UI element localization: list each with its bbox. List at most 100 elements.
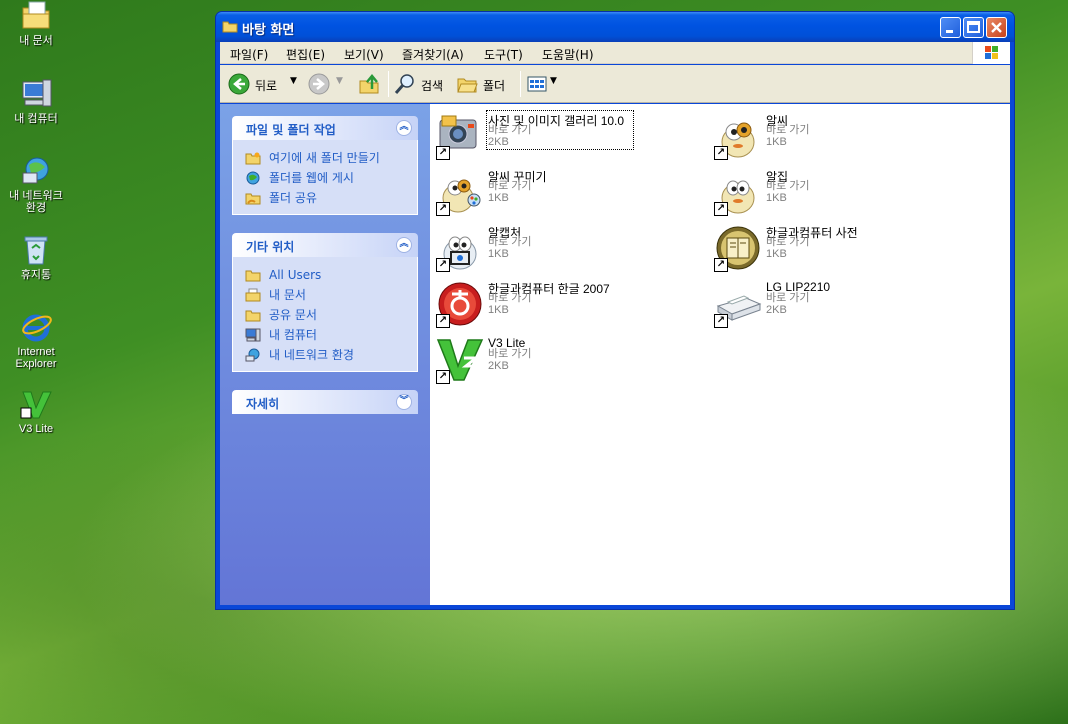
collapse-icon[interactable]: ︽ [396, 120, 412, 136]
back-button[interactable]: 뒤로 ▼ [228, 73, 300, 95]
task-new-folder[interactable]: 여기에 새 폴더 만들기 [245, 148, 417, 168]
menu-tools[interactable]: 도구(T) [484, 46, 523, 63]
menu-file[interactable]: 파일(F) [230, 46, 268, 63]
file-type: 바로 가기 [766, 236, 810, 248]
details-header[interactable]: 자세히 ︾ [232, 390, 418, 414]
task-share-folder[interactable]: 폴더 공유 [245, 188, 417, 208]
toolbar-separator [520, 71, 521, 97]
place-network[interactable]: 내 네트워크 환경 [245, 345, 417, 365]
place-label: All Users [269, 268, 322, 282]
details-panel: 자세히 ︾ [232, 390, 418, 414]
file-size: 2KB [766, 304, 787, 316]
task-label: 여기에 새 폴더 만들기 [269, 151, 380, 165]
file-item-hangul-2007[interactable]: ↗ 한글과컴퓨터 한글 2007 바로 가기 1KB [434, 278, 694, 330]
close-icon [991, 22, 1002, 33]
folders-button[interactable]: 폴더 [456, 73, 516, 95]
place-label: 내 네트워크 환경 [269, 348, 354, 362]
file-type: 바로 가기 [766, 292, 810, 304]
menu-bar: 파일(F) 편집(E) 보기(V) 즐겨찾기(A) 도구(T) 도움말(H) [220, 42, 1010, 64]
file-folder-tasks-header[interactable]: 파일 및 폴더 작업 ︽ [232, 116, 418, 140]
menu-edit[interactable]: 편집(E) [286, 46, 325, 63]
desktop-icon-label-line1: Internet [17, 346, 55, 358]
file-size: 1KB [766, 192, 787, 204]
menu-favorites[interactable]: 즐겨찾기(A) [402, 46, 464, 63]
window-title: 바탕 화면 [242, 23, 295, 38]
window-bottom-border [216, 605, 1014, 609]
file-item-alsee-decorate[interactable]: ↗ 알씨 꾸미기 바로 가기 1KB [434, 166, 694, 218]
file-item-alcapture[interactable]: ↗ 알캡처 바로 가기 1KB [434, 222, 694, 274]
file-size: 2KB [488, 136, 509, 148]
file-item-lg-lip2210[interactable]: ↗ LG LIP2210 바로 가기 2KB [712, 278, 972, 330]
file-type: 바로 가기 [766, 124, 810, 136]
search-icon [394, 74, 414, 94]
file-item-alsee[interactable]: ↗ 알씨 바로 가기 1KB [712, 110, 972, 162]
desktop-icon-label-line1: 내 네트워크 [9, 190, 63, 202]
views-icon [527, 76, 547, 92]
menu-view[interactable]: 보기(V) [344, 46, 384, 63]
folder-icon [222, 19, 238, 36]
collapse-icon[interactable]: ︽ [396, 237, 412, 253]
chevron-down-icon: ▼ [290, 76, 297, 86]
desktop-icon-my-documents[interactable]: 내 문서 [0, 0, 72, 47]
title-bar[interactable]: 바탕 화면 [216, 12, 1014, 42]
expand-icon[interactable]: ︾ [396, 394, 412, 410]
desktop-icon-recycle-bin[interactable]: 휴지통 [0, 234, 72, 281]
place-label: 내 컴퓨터 [269, 328, 317, 342]
other-places-header[interactable]: 기타 위치 ︽ [232, 233, 418, 257]
place-all-users[interactable]: All Users [245, 265, 417, 285]
shortcut-arrow-icon: ↗ [436, 202, 450, 216]
forward-button[interactable]: ▼ [308, 73, 348, 95]
share-folder-icon [245, 191, 261, 211]
place-my-computer[interactable]: 내 컴퓨터 [245, 325, 417, 345]
network-icon [19, 155, 53, 187]
chevron-down-icon: ▼ [550, 76, 557, 86]
file-size: 1KB [766, 248, 787, 260]
shortcut-arrow-icon: ↗ [714, 146, 728, 160]
place-shared-documents[interactable]: 공유 문서 [245, 305, 417, 325]
file-item-photo-gallery[interactable]: ↗ 사진 및 이미지 갤러리 10.0 바로 가기 2KB [434, 110, 694, 162]
desktop-icon-label: 휴지통 [20, 269, 52, 281]
forward-arrow-icon [308, 73, 330, 95]
file-size: 2KB [488, 360, 509, 372]
file-item-hancom-dictionary[interactable]: ↗ 한글과컴퓨터 사전 바로 가기 1KB [712, 222, 972, 274]
place-label: 공유 문서 [269, 308, 317, 322]
shortcut-arrow-icon: ↗ [436, 314, 450, 328]
shortcut-arrow-icon: ↗ [436, 370, 450, 384]
desktop-icon-label: 내 컴퓨터 [14, 113, 58, 125]
search-button[interactable]: 검색 [394, 73, 452, 95]
minimize-icon [946, 30, 953, 33]
file-type: 바로 가기 [488, 348, 532, 360]
views-button[interactable]: ▼ [526, 73, 560, 95]
menu-help[interactable]: 도움말(H) [542, 46, 594, 63]
minimize-button[interactable] [940, 17, 961, 38]
close-button[interactable] [986, 17, 1007, 38]
search-label: 검색 [421, 79, 444, 93]
file-type: 바로 가기 [488, 124, 532, 136]
task-publish-web[interactable]: 폴더를 웹에 게시 [245, 168, 417, 188]
desktop-icon-label-line2: 환경 [25, 202, 47, 214]
toolbar: 뒤로 ▼ ▼ 검색 폴더 ▼ [220, 65, 1010, 103]
my-computer-icon [19, 78, 53, 110]
place-my-documents[interactable]: 내 문서 [245, 285, 417, 305]
desktop-icon-network[interactable]: 내 네트워크 환경 [0, 155, 72, 214]
folders-icon [457, 78, 478, 93]
internet-explorer-icon [19, 311, 53, 343]
task-pane: 파일 및 폴더 작업 ︽ 여기에 새 폴더 만들기 폴더를 웹에 게시 폴더 공… [220, 104, 430, 607]
my-documents-icon [19, 0, 53, 32]
shortcut-arrow-icon: ↗ [714, 258, 728, 272]
desktop-icon-v3-lite[interactable]: V3 Lite [0, 388, 72, 435]
desktop-icon-label-line2: Explorer [15, 358, 57, 370]
desktop-icon-internet-explorer[interactable]: Internet Explorer [0, 311, 72, 370]
up-folder-icon [359, 74, 379, 94]
file-type: 바로 가기 [488, 180, 532, 192]
file-item-alzip[interactable]: ↗ 알집 바로 가기 1KB [712, 166, 972, 218]
up-folder-button[interactable] [358, 73, 382, 95]
chevron-down-icon: ▼ [336, 76, 343, 86]
file-item-v3-lite[interactable]: ↗ V3 Lite 바로 가기 2KB [434, 334, 694, 386]
desktop-icon-my-computer[interactable]: 내 컴퓨터 [0, 78, 72, 125]
network-icon [245, 348, 261, 368]
task-label: 폴더 공유 [269, 191, 317, 205]
recycle-bin-icon [19, 234, 53, 266]
file-size: 1KB [488, 304, 509, 316]
maximize-button[interactable] [963, 17, 984, 38]
